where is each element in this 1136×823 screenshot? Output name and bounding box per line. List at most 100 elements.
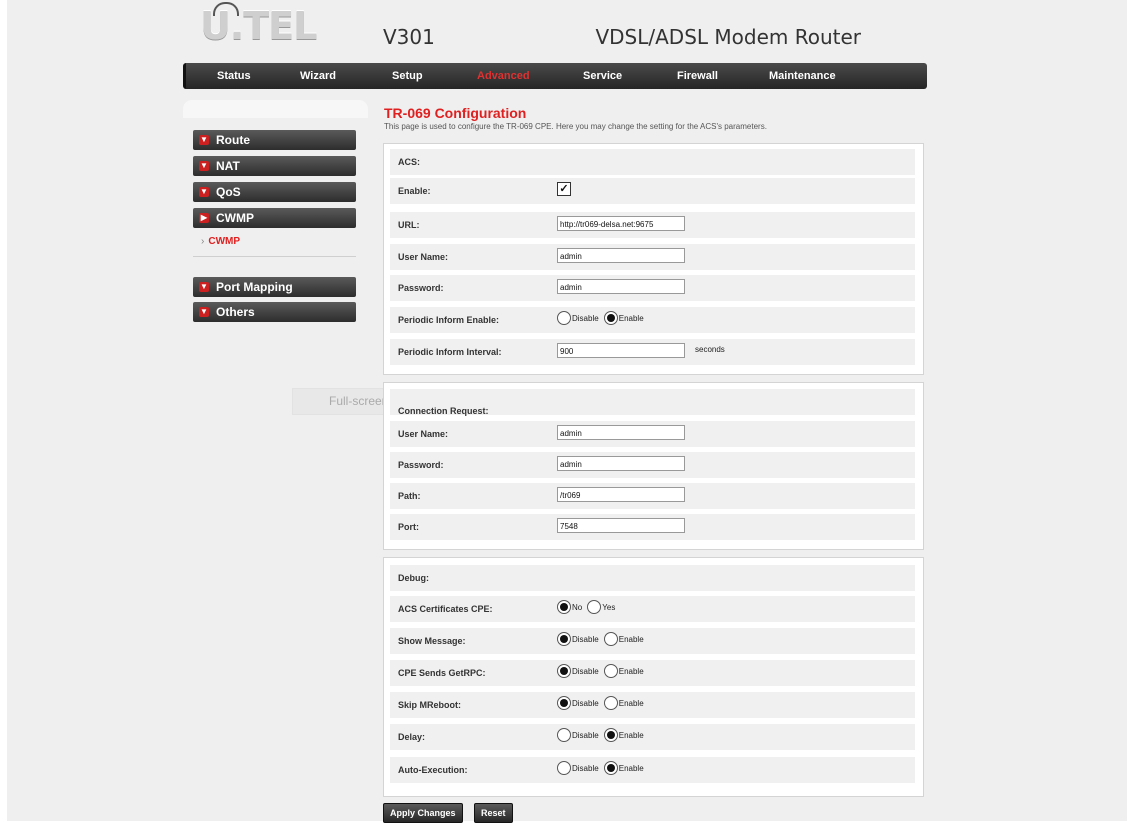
conn-password-input[interactable]: admin: [557, 456, 685, 471]
enable-label: Enable:: [398, 186, 431, 196]
chevron-down-icon: ▼: [199, 282, 209, 292]
periodic-enable-radio[interactable]: [603, 311, 618, 325]
delay-label: Delay:: [398, 732, 426, 742]
acs-username-row: User Name: admin: [390, 244, 915, 270]
conn-port-label: Port:: [398, 522, 419, 532]
debug-heading: Debug:: [398, 573, 429, 583]
sidebar-item-nat[interactable]: ▼ NAT: [193, 156, 356, 176]
page-description: This page is used to configure the TR-06…: [384, 122, 767, 131]
acs-enable-checkbox[interactable]: ✓: [557, 182, 571, 196]
sidebar-item-label: QoS: [216, 185, 241, 199]
nav-status[interactable]: Status: [217, 63, 251, 89]
periodic-interval-row: Periodic Inform Interval: 900 seconds: [390, 339, 915, 365]
chevron-down-icon: ▼: [199, 135, 209, 145]
show-message-label: Show Message:: [398, 636, 466, 646]
acs-cert-row: ACS Certificates CPE: No Yes: [390, 596, 915, 622]
sidebar-item-label: Route: [216, 133, 250, 147]
skip-disable-radio[interactable]: [557, 696, 571, 710]
sidebar-item-others[interactable]: ▼ Others: [193, 302, 356, 322]
sidebar-subitem-cwmp[interactable]: › CWMP: [201, 236, 240, 247]
cpe-sends-enable-radio[interactable]: [603, 664, 618, 678]
periodic-disable-radio[interactable]: [557, 311, 571, 325]
nav-advanced[interactable]: Advanced: [477, 63, 530, 89]
sidebar-item-label: NAT: [216, 159, 240, 173]
sidebar-item-port-mapping[interactable]: ▼ Port Mapping: [193, 277, 356, 297]
reset-button[interactable]: Reset: [474, 803, 513, 823]
sidebar-item-label: Others: [216, 305, 255, 319]
nav-maintenance[interactable]: Maintenance: [769, 63, 836, 89]
conn-port-row: Port: 7548: [390, 514, 915, 540]
conn-path-row: Path: /tr069: [390, 483, 915, 509]
periodic-interval-label: Periodic Inform Interval:: [398, 347, 502, 357]
periodic-interval-input[interactable]: 900: [557, 343, 685, 358]
delay-disable-radio[interactable]: [557, 728, 571, 742]
seconds-unit: seconds: [695, 345, 725, 354]
nav-setup[interactable]: Setup: [392, 63, 423, 89]
acs-url-row: URL: http://tr069-delsa.net:9675: [390, 212, 915, 238]
sidebar-item-label: Port Mapping: [216, 280, 293, 294]
acs-heading: ACS:: [398, 157, 420, 167]
model-name: V301: [383, 25, 435, 49]
chevron-down-icon: ▼: [199, 161, 209, 171]
auto-execution-row: Auto-Execution: Disable Enable: [390, 757, 915, 783]
sidebar-header: [183, 100, 368, 118]
periodic-enable-row: Periodic Inform Enable: Disable Enable: [390, 307, 915, 333]
acs-password-row: Password: admin: [390, 275, 915, 301]
conn-path-label: Path:: [398, 491, 421, 501]
url-label: URL:: [398, 220, 420, 230]
acs-url-input[interactable]: http://tr069-delsa.net:9675: [557, 216, 685, 231]
acs-panel: ACS: Enable: ✓ URL: http://tr069-delsa.n…: [383, 143, 924, 375]
conn-password-row: Password: admin: [390, 452, 915, 478]
conn-port-input[interactable]: 7548: [557, 518, 685, 533]
auto-exec-disable-radio[interactable]: [557, 761, 571, 775]
brand-logo: U.TEL: [200, 4, 317, 48]
show-message-row: Show Message: Disable Enable: [390, 628, 915, 654]
page-title: TR-069 Configuration: [384, 105, 527, 121]
apply-changes-button[interactable]: Apply Changes: [383, 803, 463, 823]
cpe-sends-disable-radio[interactable]: [557, 664, 571, 678]
debug-panel: Debug: ACS Certificates CPE: No Yes Show…: [383, 557, 924, 797]
cpe-sends-row: CPE Sends GetRPC: Disable Enable: [390, 660, 915, 686]
delay-enable-radio[interactable]: [603, 728, 618, 742]
nav-wizard[interactable]: Wizard: [300, 63, 336, 89]
password-label: Password:: [398, 283, 444, 293]
connection-heading-row: Connection Request:: [390, 389, 915, 416]
product-name: VDSL/ADSL Modem Router: [595, 25, 861, 49]
chevron-down-icon: ▼: [199, 187, 209, 197]
show-message-enable-radio[interactable]: [603, 632, 618, 646]
cpe-sends-label: CPE Sends GetRPC:: [398, 668, 486, 678]
show-message-disable-radio[interactable]: [557, 632, 571, 646]
nav-firewall[interactable]: Firewall: [677, 63, 718, 89]
skip-enable-radio[interactable]: [603, 696, 618, 710]
acs-enable-row: Enable: ✓: [390, 178, 915, 204]
sidebar-item-route[interactable]: ▼ Route: [193, 130, 356, 150]
sidebar-item-label: CWMP: [216, 211, 254, 225]
acs-heading-row: ACS:: [390, 149, 915, 175]
conn-path-input[interactable]: /tr069: [557, 487, 685, 502]
main-nav: Status Wizard Setup Advanced Service Fir…: [183, 63, 927, 89]
conn-username-input[interactable]: admin: [557, 425, 685, 440]
acs-cert-yes-radio[interactable]: [587, 600, 602, 614]
chevron-down-icon: ▼: [199, 307, 209, 317]
skip-mreboot-row: Skip MReboot: Disable Enable: [390, 692, 915, 718]
sidebar-divider: [193, 256, 356, 257]
chevron-right-icon: ›: [201, 236, 205, 247]
chevron-right-icon: ▶: [199, 213, 209, 223]
auto-execution-label: Auto-Execution:: [398, 765, 468, 775]
nav-service[interactable]: Service: [583, 63, 622, 89]
conn-username-row: User Name: admin: [390, 421, 915, 447]
delay-row: Delay: Disable Enable: [390, 724, 915, 750]
sidebar-item-qos[interactable]: ▼ QoS: [193, 182, 356, 202]
acs-username-input[interactable]: admin: [557, 248, 685, 263]
sidebar-item-cwmp[interactable]: ▶ CWMP: [193, 208, 356, 228]
acs-password-input[interactable]: admin: [557, 279, 685, 294]
connection-request-panel: Connection Request: User Name: admin Pas…: [383, 382, 924, 550]
periodic-enable-label: Periodic Inform Enable:: [398, 315, 500, 325]
acs-cert-label: ACS Certificates CPE:: [398, 604, 493, 614]
skip-mreboot-label: Skip MReboot:: [398, 700, 461, 710]
debug-heading-row: Debug:: [390, 565, 915, 591]
acs-cert-no-radio[interactable]: [557, 600, 571, 614]
conn-username-label: User Name:: [398, 429, 449, 439]
auto-exec-enable-radio[interactable]: [603, 761, 618, 775]
username-label: User Name:: [398, 252, 449, 262]
